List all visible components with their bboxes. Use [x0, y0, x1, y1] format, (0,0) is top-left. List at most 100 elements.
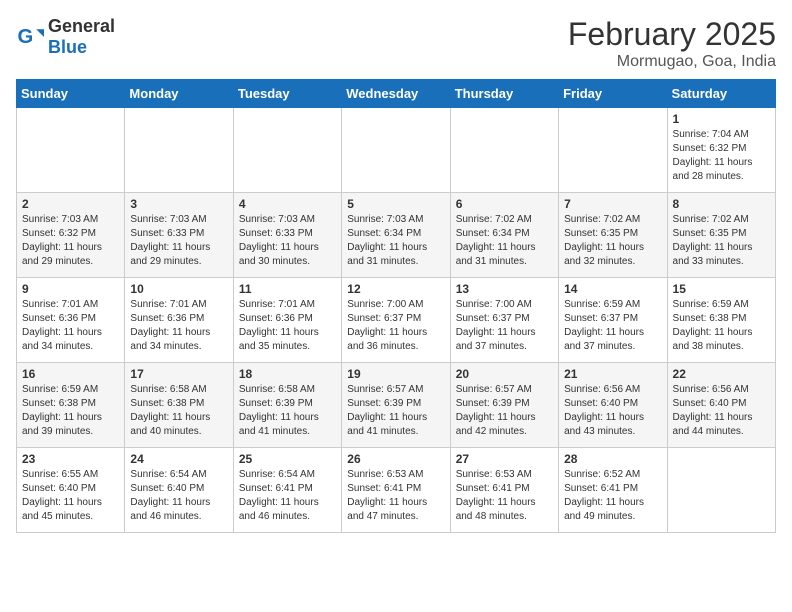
day-number: 5	[347, 197, 444, 211]
logo-general: General	[48, 16, 115, 36]
calendar-cell: 27Sunrise: 6:53 AM Sunset: 6:41 PM Dayli…	[450, 448, 558, 533]
calendar-cell: 12 Sunrise: 7:00 AM Sunset: 6:37 PM Dayli…	[342, 278, 450, 363]
day-info: Sunrise: 6:59 AM Sunset: 6:37 PM Dayligh…	[564, 298, 661, 354]
day-number: 9	[22, 282, 119, 296]
day-info: Sunrise: 6:53 AM Sunset: 6:41 PM Dayligh…	[347, 468, 444, 524]
day-info: Sunrise: 7:03 AM Sunset: 6:32 PM Dayligh…	[22, 213, 119, 269]
calendar-cell: 22Sunrise: 6:56 AM Sunset: 6:40 PM Dayli…	[667, 363, 775, 448]
weekday-header: Friday	[559, 80, 667, 108]
title-block: February 2025 Mormugao, Goa, India	[568, 16, 776, 71]
calendar-cell: 4 Sunrise: 7:03 AM Sunset: 6:33 PM Daylig…	[233, 193, 341, 278]
weekday-header: Thursday	[450, 80, 558, 108]
day-info: Sunrise: 7:02 AM Sunset: 6:35 PM Dayligh…	[673, 213, 770, 269]
calendar-table: SundayMondayTuesdayWednesdayThursdayFrid…	[16, 79, 776, 533]
svg-text:G: G	[18, 26, 34, 48]
calendar-cell: 9 Sunrise: 7:01 AM Sunset: 6:36 PM Daylig…	[17, 278, 125, 363]
day-info: Sunrise: 6:56 AM Sunset: 6:40 PM Dayligh…	[564, 383, 661, 439]
day-number: 25	[239, 452, 336, 466]
day-number: 8	[673, 197, 770, 211]
day-info: Sunrise: 6:58 AM Sunset: 6:38 PM Dayligh…	[130, 383, 227, 439]
logo-blue: Blue	[48, 37, 87, 57]
day-info: Sunrise: 6:58 AM Sunset: 6:39 PM Dayligh…	[239, 383, 336, 439]
day-info: Sunrise: 7:00 AM Sunset: 6:37 PM Dayligh…	[347, 298, 444, 354]
day-info: Sunrise: 6:57 AM Sunset: 6:39 PM Dayligh…	[347, 383, 444, 439]
calendar-week-row: 2 Sunrise: 7:03 AM Sunset: 6:32 PM Daylig…	[17, 193, 776, 278]
day-number: 6	[456, 197, 553, 211]
weekday-header-row: SundayMondayTuesdayWednesdayThursdayFrid…	[17, 80, 776, 108]
calendar-cell: 11 Sunrise: 7:01 AM Sunset: 6:36 PM Dayli…	[233, 278, 341, 363]
day-number: 28	[564, 452, 661, 466]
calendar-cell: 1Sunrise: 7:04 AM Sunset: 6:32 PM Daylig…	[667, 108, 775, 193]
calendar-cell: 10 Sunrise: 7:01 AM Sunset: 6:36 PM Dayli…	[125, 278, 233, 363]
calendar-cell: 7Sunrise: 7:02 AM Sunset: 6:35 PM Daylig…	[559, 193, 667, 278]
calendar-week-row: 23 Sunrise: 6:55 AM Sunset: 6:40 PM Dayli…	[17, 448, 776, 533]
calendar-cell: 23 Sunrise: 6:55 AM Sunset: 6:40 PM Dayli…	[17, 448, 125, 533]
day-number: 21	[564, 367, 661, 381]
calendar-cell: 15 Sunrise: 6:59 AM Sunset: 6:38 PM Dayli…	[667, 278, 775, 363]
calendar-cell: 3Sunrise: 7:03 AM Sunset: 6:33 PM Daylig…	[125, 193, 233, 278]
logo-icon: G	[16, 23, 44, 51]
weekday-header: Sunday	[17, 80, 125, 108]
calendar-cell: 19 Sunrise: 6:57 AM Sunset: 6:39 PM Dayli…	[342, 363, 450, 448]
calendar-week-row: 1Sunrise: 7:04 AM Sunset: 6:32 PM Daylig…	[17, 108, 776, 193]
calendar-cell: 5 Sunrise: 7:03 AM Sunset: 6:34 PM Daylig…	[342, 193, 450, 278]
calendar-cell	[17, 108, 125, 193]
calendar-cell	[125, 108, 233, 193]
day-number: 23	[22, 452, 119, 466]
calendar-cell: 21 Sunrise: 6:56 AM Sunset: 6:40 PM Dayli…	[559, 363, 667, 448]
day-number: 13	[456, 282, 553, 296]
calendar-week-row: 9 Sunrise: 7:01 AM Sunset: 6:36 PM Daylig…	[17, 278, 776, 363]
calendar-cell	[667, 448, 775, 533]
day-info: Sunrise: 7:01 AM Sunset: 6:36 PM Dayligh…	[130, 298, 227, 354]
logo: G General Blue	[16, 16, 115, 58]
calendar-cell: 18 Sunrise: 6:58 AM Sunset: 6:39 PM Dayli…	[233, 363, 341, 448]
day-number: 2	[22, 197, 119, 211]
day-number: 4	[239, 197, 336, 211]
day-number: 3	[130, 197, 227, 211]
calendar-cell: 24 Sunrise: 6:54 AM Sunset: 6:40 PM Dayli…	[125, 448, 233, 533]
calendar-cell: 17 Sunrise: 6:58 AM Sunset: 6:38 PM Dayli…	[125, 363, 233, 448]
day-info: Sunrise: 6:54 AM Sunset: 6:40 PM Dayligh…	[130, 468, 227, 524]
calendar-cell: 2 Sunrise: 7:03 AM Sunset: 6:32 PM Daylig…	[17, 193, 125, 278]
day-number: 18	[239, 367, 336, 381]
calendar-cell: 14 Sunrise: 6:59 AM Sunset: 6:37 PM Dayli…	[559, 278, 667, 363]
day-info: Sunrise: 6:59 AM Sunset: 6:38 PM Dayligh…	[22, 383, 119, 439]
day-info: Sunrise: 6:52 AM Sunset: 6:41 PM Dayligh…	[564, 468, 661, 524]
day-number: 11	[239, 282, 336, 296]
day-number: 1	[673, 112, 770, 126]
calendar-cell: 6 Sunrise: 7:02 AM Sunset: 6:34 PM Daylig…	[450, 193, 558, 278]
day-info: Sunrise: 6:55 AM Sunset: 6:40 PM Dayligh…	[22, 468, 119, 524]
calendar-cell: 13 Sunrise: 7:00 AM Sunset: 6:37 PM Dayli…	[450, 278, 558, 363]
day-number: 27	[456, 452, 553, 466]
calendar-cell: 25 Sunrise: 6:54 AM Sunset: 6:41 PM Dayli…	[233, 448, 341, 533]
calendar-cell	[233, 108, 341, 193]
day-number: 20	[456, 367, 553, 381]
day-number: 10	[130, 282, 227, 296]
day-info: Sunrise: 7:01 AM Sunset: 6:36 PM Dayligh…	[22, 298, 119, 354]
day-info: Sunrise: 6:57 AM Sunset: 6:39 PM Dayligh…	[456, 383, 553, 439]
day-info: Sunrise: 7:03 AM Sunset: 6:34 PM Dayligh…	[347, 213, 444, 269]
day-number: 24	[130, 452, 227, 466]
day-number: 17	[130, 367, 227, 381]
day-number: 16	[22, 367, 119, 381]
calendar-cell: 16 Sunrise: 6:59 AM Sunset: 6:38 PM Dayli…	[17, 363, 125, 448]
day-info: Sunrise: 7:03 AM Sunset: 6:33 PM Dayligh…	[239, 213, 336, 269]
day-info: Sunrise: 7:02 AM Sunset: 6:35 PM Dayligh…	[564, 213, 661, 269]
weekday-header: Tuesday	[233, 80, 341, 108]
day-info: Sunrise: 6:59 AM Sunset: 6:38 PM Dayligh…	[673, 298, 770, 354]
calendar-cell	[342, 108, 450, 193]
day-number: 12	[347, 282, 444, 296]
day-info: Sunrise: 6:54 AM Sunset: 6:41 PM Dayligh…	[239, 468, 336, 524]
day-number: 15	[673, 282, 770, 296]
page-header: G General Blue February 2025 Mormugao, G…	[16, 16, 776, 71]
day-info: Sunrise: 7:00 AM Sunset: 6:37 PM Dayligh…	[456, 298, 553, 354]
calendar-cell: 28 Sunrise: 6:52 AM Sunset: 6:41 PM Dayli…	[559, 448, 667, 533]
calendar-week-row: 16 Sunrise: 6:59 AM Sunset: 6:38 PM Dayli…	[17, 363, 776, 448]
day-info: Sunrise: 7:01 AM Sunset: 6:36 PM Dayligh…	[239, 298, 336, 354]
day-number: 14	[564, 282, 661, 296]
day-number: 19	[347, 367, 444, 381]
day-info: Sunrise: 6:56 AM Sunset: 6:40 PM Dayligh…	[673, 383, 770, 439]
day-info: Sunrise: 7:02 AM Sunset: 6:34 PM Dayligh…	[456, 213, 553, 269]
location: Mormugao, Goa, India	[568, 53, 776, 71]
month-year: February 2025	[568, 16, 776, 53]
